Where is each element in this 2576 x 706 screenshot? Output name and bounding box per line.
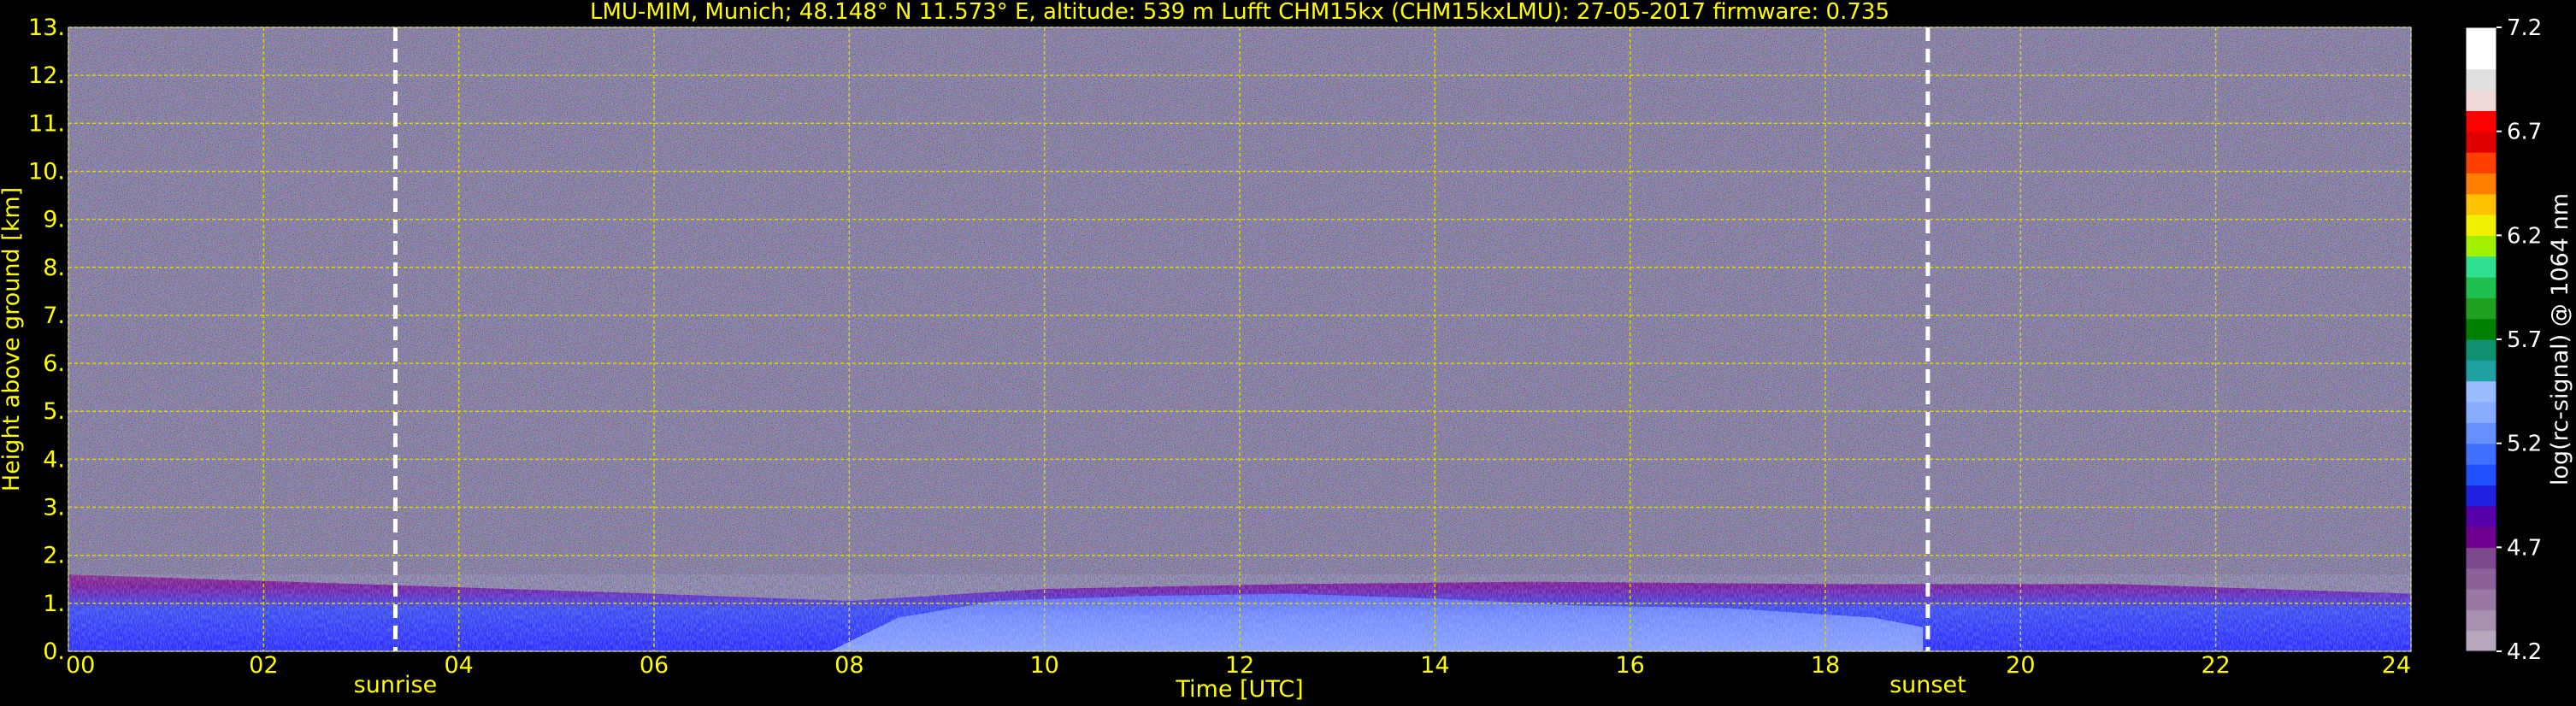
x-tick-label: 22	[2201, 652, 2230, 679]
colorbar-segment	[2466, 589, 2496, 610]
marker-label-sunset: sunset	[1889, 672, 1966, 698]
y-tick-label: 5.	[43, 398, 65, 425]
colorbar-segment	[2466, 464, 2496, 485]
colorbar-segment	[2466, 505, 2496, 527]
x-tick-label: 14	[1420, 652, 1449, 679]
colorbar-segment	[2466, 568, 2496, 590]
colorbar-segment	[2466, 609, 2496, 632]
colorbar-segment	[2466, 360, 2496, 382]
colorbar-segment	[2466, 277, 2496, 298]
x-tick-label: 24	[2382, 652, 2411, 679]
x-tick-label: 10	[1029, 652, 1058, 679]
colorbar-segment	[2466, 443, 2496, 465]
colorbar-segment	[2466, 402, 2496, 423]
colorbar-segment	[2466, 422, 2496, 444]
y-tick-label: 6.	[43, 350, 65, 377]
colorbar-segment	[2466, 68, 2496, 91]
colorbar-segment	[2466, 235, 2496, 257]
colorbar-segment	[2466, 630, 2496, 652]
colorbar-segment	[2466, 173, 2496, 195]
colorbar-label: log(rc-signal) @ 1064 nm	[2547, 193, 2573, 485]
x-tick-label: 02	[249, 652, 278, 679]
y-tick-label: 3.	[43, 495, 65, 521]
colorbar-tick-label: 6.2	[2507, 223, 2542, 249]
plot-area	[68, 26, 2412, 652]
y-tick-label: 0.	[43, 638, 65, 665]
y-tick-label: 10.	[28, 158, 65, 185]
colorbar-segment	[2466, 48, 2496, 70]
chart-title: LMU-MIM, Munich; 48.148° N 11.573° E, al…	[590, 0, 1889, 25]
colorbar-segment	[2466, 318, 2496, 340]
y-tick-label: 1.	[43, 591, 65, 617]
x-tick-label: 06	[640, 652, 669, 679]
colorbar-tick-label: 7.2	[2507, 15, 2542, 41]
colorbar-tick-label: 4.2	[2507, 639, 2542, 665]
colorbar-segment	[2466, 110, 2496, 132]
marker-label-sunrise: sunrise	[354, 672, 438, 698]
x-tick-label: 08	[834, 652, 864, 679]
y-axis-label: Height above ground [km]	[0, 187, 25, 491]
y-axis-ticks: 0. 1. 2. 3. 4. 5. 6. 7. 8. 9. 10. 11. 12. 13.	[28, 15, 65, 665]
x-tick-label: 12	[1225, 652, 1254, 679]
colorbar-segment	[2466, 297, 2496, 320]
colorbar-segment	[2466, 215, 2496, 236]
y-tick-label: 4.	[43, 446, 65, 473]
colorbar-tick-label: 4.7	[2507, 535, 2542, 561]
y-tick-label: 12.	[28, 62, 65, 89]
y-tick-label: 2.	[43, 543, 65, 569]
colorbar-segment	[2466, 193, 2496, 215]
ceilometer-chart: LMU-MIM, Munich; 48.148° N 11.573° E, al…	[0, 0, 2573, 703]
colorbar-segment	[2466, 27, 2496, 49]
x-tick-label: 18	[1811, 652, 1840, 679]
colorbar-tick-label: 6.7	[2507, 120, 2542, 145]
x-axis-label: Time [UTC]	[1175, 676, 1303, 703]
colorbar: 4.2 4.7 5.2 5.7 6.2 6.7 7.2	[2465, 15, 2542, 665]
colorbar-tick-label: 5.2	[2507, 432, 2542, 457]
colorbar-segment	[2466, 152, 2496, 174]
y-tick-label: 8.	[43, 255, 65, 281]
colorbar-segment	[2466, 547, 2496, 569]
colorbar-segment	[2466, 90, 2496, 111]
colorbar-segment	[2466, 380, 2496, 403]
colorbar-segment	[2466, 256, 2496, 278]
colorbar-segment	[2466, 485, 2496, 507]
colorbar-segment	[2466, 131, 2496, 153]
y-tick-label: 13.	[28, 15, 65, 41]
y-tick-label: 7.	[43, 303, 65, 329]
x-tick-label: 20	[2006, 652, 2035, 679]
colorbar-tick-label: 5.7	[2507, 327, 2542, 353]
x-tick-label: 04	[444, 652, 473, 679]
y-tick-label: 9.	[43, 207, 65, 233]
x-tick-label: 16	[1615, 652, 1644, 679]
y-tick-label: 11.	[28, 110, 65, 137]
x-tick-label: 00	[66, 652, 95, 679]
colorbar-segment	[2466, 339, 2496, 361]
colorbar-segment	[2466, 527, 2496, 548]
